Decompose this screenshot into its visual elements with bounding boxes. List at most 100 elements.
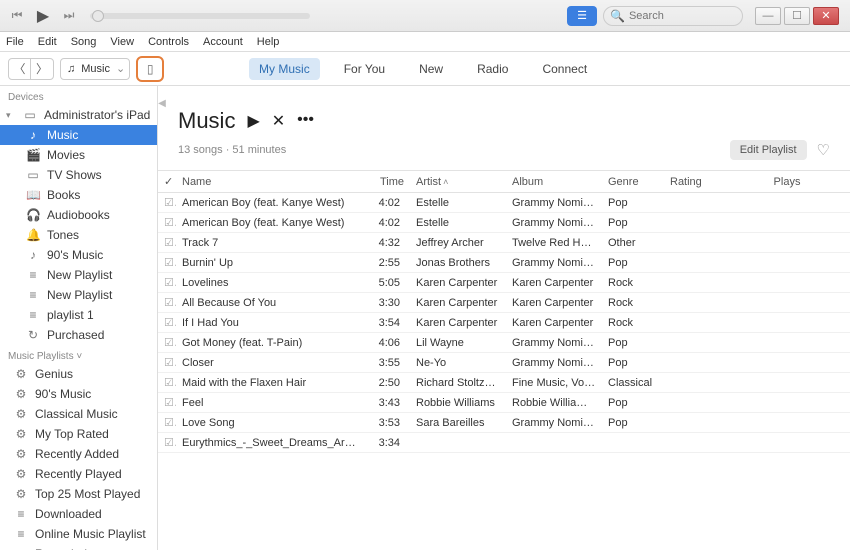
sidebar-item-tones[interactable]: 🔔Tones [0, 225, 157, 245]
window-close-button[interactable]: ✕ [813, 7, 839, 25]
nav-back-button[interactable]: 〈 [9, 59, 31, 79]
previous-track-button[interactable]: ⏮ [8, 7, 26, 25]
tab-new[interactable]: New [409, 58, 453, 80]
more-actions-button[interactable]: ••• [297, 111, 314, 131]
sidebar-item-recently-played[interactable]: ⚙Recently Played [0, 464, 157, 484]
row-plays [724, 293, 850, 313]
sidebar-item-label: 90's Music [35, 387, 91, 401]
menu-song[interactable]: Song [71, 36, 97, 48]
window-maximize-button[interactable]: ☐ [784, 7, 810, 25]
library-picker[interactable]: ♫ Music ⌄ [60, 58, 130, 80]
table-row[interactable]: ☑Maid with the Flaxen Hair2:50Richard St… [158, 373, 850, 393]
nav-forward-button[interactable]: 〉 [31, 59, 53, 79]
music-note-icon: ♫ [67, 63, 75, 75]
sidebar-device[interactable]: ▾▭Administrator's iPad [0, 105, 157, 125]
tab-for-you[interactable]: For You [334, 58, 395, 80]
col-artist[interactable]: Artist˄ [410, 171, 506, 193]
table-row[interactable]: ☑Eurythmics_-_Sweet_Dreams_Are…3:34 [158, 433, 850, 453]
sidebar-item-purchased[interactable]: ↻Purchased [0, 325, 157, 345]
table-row[interactable]: ☑Feel3:43Robbie WilliamsRobbie Williams:… [158, 393, 850, 413]
sidebar-collapse-handle[interactable]: ◀ [158, 90, 167, 116]
row-album: Grammy Nominees… [506, 193, 602, 213]
next-track-button[interactable]: ⏭ [60, 7, 78, 25]
sidebar-item-label: Audiobooks [47, 208, 110, 222]
sidebar-item-tv-shows[interactable]: ▭TV Shows [0, 165, 157, 185]
col-album[interactable]: Album [506, 171, 602, 193]
sidebar-item-new-playlist[interactable]: ≡New Playlist [0, 265, 157, 285]
sidebar-icon: ≡ [26, 268, 40, 282]
sidebar-item-90-s-music[interactable]: ⚙90's Music [0, 384, 157, 404]
col-check[interactable]: ✓ [158, 171, 176, 193]
row-check: ☑ [158, 433, 176, 453]
col-rating[interactable]: Rating [664, 171, 724, 193]
device-button[interactable]: ▯ [136, 56, 164, 82]
shuffle-button[interactable]: ✕ [272, 111, 285, 131]
play-all-button[interactable]: ▶ [247, 111, 259, 131]
sidebar-icon: ⚙ [14, 367, 28, 381]
sidebar-item-playlist-1[interactable]: ≡playlist 1 [0, 305, 157, 325]
table-row[interactable]: ☑Closer3:55Ne-YoGrammy Nominees…Pop [158, 353, 850, 373]
col-name[interactable]: Name [176, 171, 366, 193]
search-input[interactable]: 🔍 [603, 6, 743, 26]
sidebar-item-genius[interactable]: ⚙Genius [0, 364, 157, 384]
row-rating [664, 253, 724, 273]
sidebar-item-downloaded[interactable]: ≡Downloaded [0, 504, 157, 524]
window-minimize-button[interactable]: — [755, 7, 781, 25]
menu-account[interactable]: Account [203, 36, 243, 48]
row-genre: Rock [602, 313, 664, 333]
row-plays [724, 373, 850, 393]
play-button[interactable]: ▶ [34, 7, 52, 25]
sidebar-item-recorded[interactable]: ≡Recorded [0, 544, 157, 550]
col-plays[interactable]: Plays [724, 171, 850, 193]
table-row[interactable]: ☑Burnin' Up2:55Jonas BrothersGrammy Nomi… [158, 253, 850, 273]
sidebar-item-audiobooks[interactable]: 🎧Audiobooks [0, 205, 157, 225]
sidebar-item-classical-music[interactable]: ⚙Classical Music [0, 404, 157, 424]
menu-controls[interactable]: Controls [148, 36, 189, 48]
sidebar-item-movies[interactable]: 🎬Movies [0, 145, 157, 165]
row-artist: Richard Stoltzman [410, 373, 506, 393]
sidebar-item-books[interactable]: 📖Books [0, 185, 157, 205]
table-row[interactable]: ☑American Boy (feat. Kanye West)4:02Este… [158, 213, 850, 233]
sidebar-icon: ≡ [14, 527, 28, 541]
ipad-icon: ▭ [23, 108, 37, 122]
row-name: If I Had You [176, 313, 366, 333]
row-name: American Boy (feat. Kanye West) [176, 213, 366, 233]
menu-edit[interactable]: Edit [38, 36, 57, 48]
volume-slider[interactable] [90, 13, 310, 19]
table-row[interactable]: ☑Love Song3:53Sara BareillesGrammy Nomin… [158, 413, 850, 433]
table-row[interactable]: ☑If I Had You3:54Karen CarpenterKaren Ca… [158, 313, 850, 333]
table-row[interactable]: ☑Track 74:32Jeffrey ArcherTwelve Red Her… [158, 233, 850, 253]
table-row[interactable]: ☑American Boy (feat. Kanye West)4:02Este… [158, 193, 850, 213]
sidebar-item-online-music-playlist[interactable]: ≡Online Music Playlist [0, 524, 157, 544]
tab-radio[interactable]: Radio [467, 58, 518, 80]
sidebar-item-90-s-music[interactable]: ♪90's Music [0, 245, 157, 265]
love-icon[interactable]: ♡ [817, 141, 830, 159]
sidebar-item-top-25-most-played[interactable]: ⚙Top 25 Most Played [0, 484, 157, 504]
sidebar-item-music[interactable]: ♪Music [0, 125, 157, 145]
row-album: Twelve Red Herrin… [506, 233, 602, 253]
sidebar-item-new-playlist[interactable]: ≡New Playlist [0, 285, 157, 305]
tab-my-music[interactable]: My Music [249, 58, 320, 80]
edit-playlist-button[interactable]: Edit Playlist [730, 140, 807, 160]
sidebar-item-label: Recently Added [35, 447, 119, 461]
sidebar-item-recently-added[interactable]: ⚙Recently Added [0, 444, 157, 464]
sidebar-icon: ⚙ [14, 427, 28, 441]
menu-file[interactable]: File [6, 36, 24, 48]
row-time: 3:34 [366, 433, 410, 453]
row-check: ☑ [158, 253, 176, 273]
table-row[interactable]: ☑Got Money (feat. T-Pain)4:06Lil WayneGr… [158, 333, 850, 353]
menu-help[interactable]: Help [257, 36, 280, 48]
col-genre[interactable]: Genre [602, 171, 664, 193]
row-genre: Rock [602, 273, 664, 293]
col-time[interactable]: Time [366, 171, 410, 193]
row-artist: Karen Carpenter [410, 273, 506, 293]
table-row[interactable]: ☑Lovelines5:05Karen CarpenterKaren Carpe… [158, 273, 850, 293]
row-name: American Boy (feat. Kanye West) [176, 193, 366, 213]
tab-connect[interactable]: Connect [532, 58, 597, 80]
row-rating [664, 273, 724, 293]
row-genre: Pop [602, 193, 664, 213]
list-view-toggle[interactable]: ☰ [567, 6, 597, 26]
menu-view[interactable]: View [110, 36, 134, 48]
table-row[interactable]: ☑All Because Of You3:30Karen CarpenterKa… [158, 293, 850, 313]
sidebar-item-my-top-rated[interactable]: ⚙My Top Rated [0, 424, 157, 444]
